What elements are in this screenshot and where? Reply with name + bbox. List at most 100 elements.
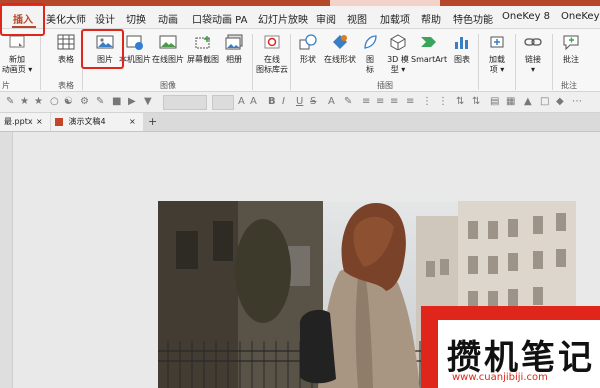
columns-icon[interactable]: ▤ [490,96,499,107]
tab-beautify[interactable]: 美化大师 [46,11,86,26]
link-line1: 链接 [525,55,541,64]
doc-tab-presentation4[interactable]: 演示文稿4 × [51,113,143,131]
3d-model-button[interactable]: 3D 模 型 ▾ [384,34,412,75]
comment-button[interactable]: 批注 [556,34,586,65]
shape-fill-icon[interactable]: ▲ [524,96,532,107]
arrange-icon[interactable]: ▦ [506,96,515,107]
bullets-icon[interactable]: ⋮ [422,96,432,107]
online-picture-button[interactable]: 在线图片 [151,34,185,65]
shape-outline-icon[interactable]: □ [540,96,549,107]
highlight-icon[interactable]: ✎ [344,96,352,107]
group-label-images: 图像 [160,81,176,90]
new-slide-icon [9,35,25,48]
table-button[interactable]: 表格 [52,34,80,65]
font-color-icon[interactable]: A [328,96,335,107]
online-icon-library-line1: 在线 [264,55,280,64]
watermark-url: www.cuanjibiji.com [452,372,548,383]
new-animation-page-button[interactable]: 新加 动画页 ▾ [0,34,34,75]
toolbar-glyph[interactable]: ⚙ [80,96,89,107]
online-picture-icon [159,35,177,49]
new-animation-page-line2: 动画页 ▾ [1,65,33,74]
ribbon-separator [515,34,516,90]
bold-icon[interactable]: B [268,96,276,107]
shrink-font-icon[interactable]: A [250,96,257,107]
tab-onekey-2[interactable]: OneKey 8 [561,11,600,22]
underline-icon[interactable]: U [296,96,303,107]
tab-animations[interactable]: 动画 [158,11,178,26]
toolbar-glyph[interactable]: ▶ [128,96,136,107]
screenshot-icon [195,36,210,49]
close-icon[interactable]: × [129,113,136,131]
toolbar-glyph[interactable]: ☯ [64,96,73,107]
group-label-slides: 片 [2,81,10,90]
chart-label: 图表 [454,55,470,64]
link-button[interactable]: 链接 ▾ [518,34,548,75]
toolbar-glyph[interactable]: ■ [112,96,121,107]
screenshot-button[interactable]: 屏幕截图 [186,34,220,65]
local-picture-icon [126,35,143,50]
icons-line2: 标 [366,65,374,74]
tab-view[interactable]: 视图 [347,11,367,26]
line-spacing-icon[interactable]: ⇅ [472,96,480,107]
font-size-dropdown[interactable] [212,95,234,110]
group-label-comments: 批注 [561,81,577,90]
shape-effects-icon[interactable]: ◆ [556,96,564,107]
grow-font-icon[interactable]: A [238,96,245,107]
smartart-button[interactable]: SmartArt [411,34,447,65]
icons-line1: 图 [366,55,374,64]
align-center-icon[interactable]: ≡ [376,96,384,107]
shapes-button[interactable]: 形状 [294,34,322,65]
online-icon-library-button[interactable]: 在线 图标库云 [255,34,289,75]
ribbon-separator [40,34,41,90]
chart-icon [455,37,468,49]
addins-button[interactable]: 加载 项 ▾ [481,34,513,75]
ribbon-tab-bar: 插入 美化大师 设计 切换 动画 口袋动画 PA 幻灯片放映 审阅 视图 加载项… [0,6,600,29]
toolbar-glyph[interactable]: ✎ [96,96,104,107]
doc-tab-pptx[interactable]: 最.pptx × [0,113,50,131]
strikethrough-icon[interactable]: S [310,96,316,107]
tab-help[interactable]: 帮助 [421,11,441,26]
link-line2: ▾ [530,65,535,74]
doc-tab-presentation4-label: 演示文稿4 [68,117,106,126]
online-shapes-label: 在线形状 [324,55,356,64]
group-label-tables: 表格 [58,81,74,90]
tab-pocket-animation[interactable]: 口袋动画 PA [192,11,247,26]
align-right-icon[interactable]: ≡ [390,96,398,107]
smartart-label: SmartArt [411,55,448,64]
toolbar-glyph[interactable]: ★ [34,96,43,107]
italic-icon[interactable]: I [282,96,285,107]
online-shapes-button[interactable]: 在线形状 [322,34,358,65]
tab-transitions[interactable]: 切换 [126,11,146,26]
numbering-icon[interactable]: ⋮ [438,96,448,107]
shapes-icon [299,34,317,50]
toolbar-glyph[interactable]: ▼ [144,96,152,107]
comment-label: 批注 [563,55,579,64]
addins-line1: 加载 [489,55,505,64]
tab-special-features[interactable]: 特色功能 [453,11,493,26]
toolbar-glyph[interactable]: ★ [20,96,29,107]
text-direction-icon[interactable]: ⇅ [456,96,464,107]
album-icon [225,34,243,50]
doc-tab-pptx-label: 最.pptx [4,117,33,126]
album-button[interactable]: 相册 [220,34,248,65]
icons-button[interactable]: 图 标 [358,34,382,75]
slide-thumbnail-pane[interactable] [0,132,13,388]
chart-button[interactable]: 图表 [449,34,475,65]
album-label: 相册 [226,55,242,64]
tab-review[interactable]: 审阅 [316,11,336,26]
toolbar-glyph[interactable]: ✎ [6,96,14,107]
font-name-dropdown[interactable] [163,95,207,110]
tab-design[interactable]: 设计 [95,11,115,26]
ribbon-separator [290,34,291,90]
align-left-icon[interactable]: ≡ [362,96,370,107]
toolbar-glyph[interactable]: ○ [50,96,59,107]
tab-slideshow[interactable]: 幻灯片放映 [258,11,308,26]
new-tab-button[interactable]: + [148,113,157,131]
justify-icon[interactable]: ≡ [406,96,414,107]
close-icon[interactable]: × [36,113,43,131]
icon-library-icon [264,35,280,49]
tab-onekey-1[interactable]: OneKey 8 [502,11,550,22]
more-icon[interactable]: ⋯ [572,96,582,107]
insert-tab-highlight [0,3,45,36]
tab-addins[interactable]: 加载项 [380,11,410,26]
